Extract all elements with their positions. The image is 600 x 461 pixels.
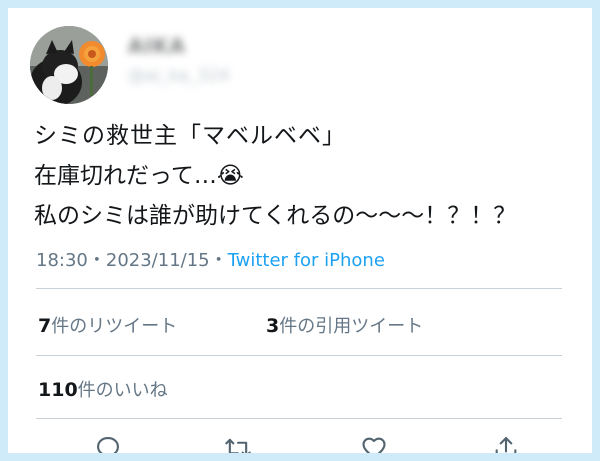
- quotes-label: 件の引用ツイート: [279, 316, 424, 337]
- share-button[interactable]: [490, 432, 522, 453]
- tweet-text: シミの救世主「マベルベベ」 在庫切れだって…😭 私のシミは誰が助けてくれるの〜〜…: [34, 116, 592, 236]
- divider: [36, 418, 562, 419]
- retweets-count: 7: [38, 315, 52, 337]
- meta-separator: ・: [209, 250, 228, 271]
- retweet-button[interactable]: [222, 432, 254, 453]
- tweet-source-link[interactable]: Twitter for iPhone: [228, 250, 385, 271]
- tweet-date[interactable]: 2023/11/15: [106, 250, 210, 271]
- screenshot-frame: AIKA @ai_ka_324 シミの救世主「マベルベベ」 在庫切れだって…😭 …: [0, 0, 600, 461]
- user-handle[interactable]: @ai_ka_324: [128, 66, 230, 86]
- tweet-meta: 18:30・2023/11/15・Twitter for iPhone: [36, 246, 385, 272]
- tweet-text-line: シミの救世主「マベルベベ」: [34, 123, 346, 149]
- likes-stat[interactable]: 110件のいいね: [38, 376, 168, 402]
- tweet-text-line: 在庫切れだって…😭: [34, 163, 244, 189]
- share-icon: [495, 437, 517, 453]
- retweet-icon: [225, 438, 251, 453]
- reply-icon: [97, 437, 119, 453]
- avatar[interactable]: [30, 26, 108, 104]
- display-name[interactable]: AIKA: [128, 34, 230, 58]
- avatar-image: [30, 26, 108, 104]
- divider: [36, 288, 562, 289]
- like-icon: [362, 437, 386, 453]
- tweet-time[interactable]: 18:30: [36, 250, 88, 271]
- retweets-stat[interactable]: 7件のリツイート: [38, 312, 177, 338]
- meta-separator: ・: [87, 250, 106, 271]
- tweet-text-line: 私のシミは誰が助けてくれるの〜〜〜！？！？: [34, 203, 517, 229]
- like-button[interactable]: [358, 432, 390, 453]
- retweets-label: 件のリツイート: [51, 316, 178, 337]
- user-info: AIKA @ai_ka_324: [128, 34, 230, 86]
- quotes-count: 3: [266, 315, 280, 337]
- reply-button[interactable]: [92, 432, 124, 453]
- quotes-stat[interactable]: 3件の引用ツイート: [266, 312, 423, 338]
- likes-count: 110: [38, 379, 78, 401]
- likes-label: 件のいいね: [77, 380, 168, 401]
- divider: [36, 355, 562, 356]
- tweet-card: AIKA @ai_ka_324 シミの救世主「マベルベベ」 在庫切れだって…😭 …: [16, 16, 592, 453]
